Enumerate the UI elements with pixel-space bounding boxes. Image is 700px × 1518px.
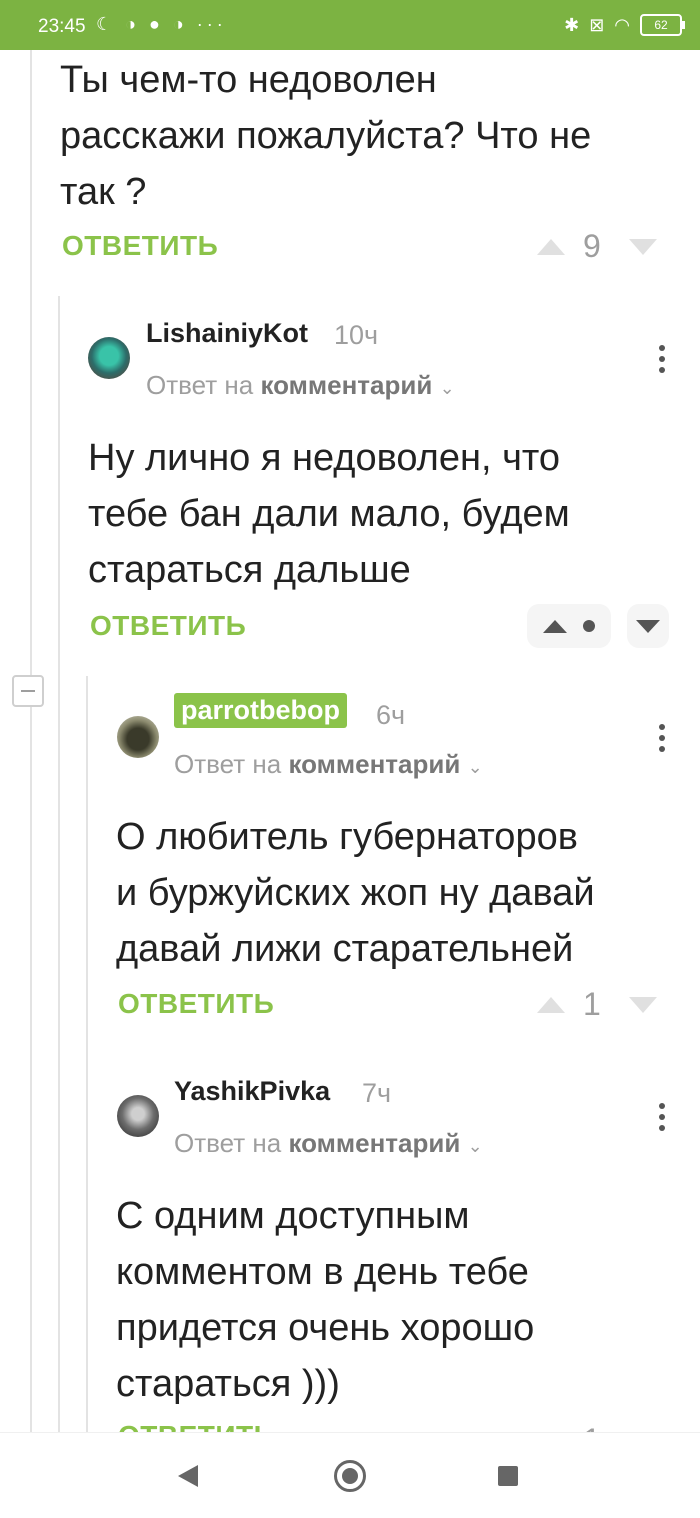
- chevron-down-icon: ⌄: [467, 1136, 483, 1156]
- upvote-button[interactable]: [527, 604, 611, 648]
- reply-button[interactable]: ОТВЕТИТЬ: [62, 230, 218, 262]
- comment-line: Ты чем-то недоволен: [60, 59, 437, 101]
- reply-to-prefix: Ответ на: [174, 749, 282, 779]
- comment-text: Ну лично я недоволен, что тебе бан дали …: [88, 430, 570, 598]
- notification-icons: ☾ ◑ ● ◑ ···: [96, 14, 227, 34]
- upvote-icon[interactable]: [537, 996, 565, 1013]
- battery-icon: 62: [640, 14, 685, 36]
- back-icon[interactable]: [178, 1465, 198, 1487]
- collapse-thread-button[interactable]: [12, 675, 44, 707]
- downvote-button[interactable]: [627, 604, 669, 648]
- recent-apps-icon[interactable]: [498, 1466, 518, 1486]
- downvote-icon[interactable]: [628, 238, 657, 255]
- reply-to-link[interactable]: Ответ на комментарий ⌄: [174, 1128, 483, 1159]
- downvote-icon: [636, 619, 660, 633]
- reply-to-link[interactable]: Ответ на комментарий ⌄: [146, 370, 455, 401]
- comment-line: давай лижи старательней: [116, 928, 574, 970]
- reply-to-prefix: Ответ на: [174, 1128, 282, 1158]
- score-dot-icon: [583, 620, 595, 632]
- more-options-icon[interactable]: [659, 1103, 665, 1136]
- bluetooth-icon: ✱: [564, 14, 580, 35]
- reply-to-prefix: Ответ на: [146, 370, 254, 400]
- comment-text: С одним доступным комментом в день тебе …: [116, 1188, 534, 1412]
- thread-line-root: [30, 50, 32, 1432]
- thread-line-level2: [86, 676, 88, 1432]
- author-name[interactable]: LishainiyKot: [146, 318, 308, 349]
- avatar[interactable]: [88, 337, 130, 379]
- comment-score: 1: [583, 986, 601, 1022]
- author-name[interactable]: parrotbebop: [174, 693, 347, 728]
- comment-line: Ну лично я недоволен, что: [88, 437, 560, 479]
- thread-line-level1: [58, 296, 60, 1432]
- comment-text: О любитель губернаторов и буржуйских жоп…: [116, 809, 595, 977]
- comment-line: придется очень хорошо: [116, 1307, 535, 1349]
- comment-line: и буржуйских жоп ну давай: [116, 872, 595, 914]
- home-icon[interactable]: [334, 1460, 366, 1492]
- sim-icon: ⊠: [589, 14, 605, 35]
- comment-line: стараться ))): [116, 1363, 340, 1405]
- comment-line: С одним доступным: [116, 1195, 470, 1237]
- reply-to-link[interactable]: Ответ на комментарий ⌄: [174, 749, 483, 780]
- comment-line: О любитель губернаторов: [116, 816, 578, 858]
- comment-line: расскажи пожалуйста? Что не: [60, 115, 592, 157]
- comment-line: комментом в день тебе: [116, 1251, 529, 1293]
- comment-time: 6ч: [376, 700, 406, 730]
- reply-to-target: комментарий: [288, 1128, 461, 1158]
- upvote-icon[interactable]: [537, 238, 565, 255]
- vote-controls: 9: [537, 228, 657, 265]
- comment-time: 10ч: [334, 320, 379, 350]
- chevron-down-icon: ⌄: [439, 378, 455, 398]
- author-name[interactable]: YashikPivka: [174, 1076, 330, 1107]
- comment-text: Ты чем-то недоволен расскажи пожалуйста?…: [60, 52, 591, 220]
- status-time: 23:45: [38, 16, 86, 37]
- avatar[interactable]: [117, 1095, 159, 1137]
- comment-time: 7ч: [362, 1078, 392, 1108]
- more-options-icon[interactable]: [659, 345, 665, 378]
- reply-to-target: комментарий: [288, 749, 461, 779]
- vote-controls: 1: [537, 986, 657, 1023]
- wifi-icon: ◠: [614, 14, 630, 35]
- reply-button[interactable]: ОТВЕТИТЬ: [118, 988, 274, 1020]
- upvote-icon: [543, 619, 567, 633]
- status-bar: 23:45 ☾ ◑ ● ◑ ··· ✱ ⊠ ◠ 62: [0, 0, 700, 50]
- comment-line: тебе бан дали мало, будем: [88, 493, 570, 535]
- more-options-icon[interactable]: [659, 724, 665, 757]
- comment-score: 9: [583, 228, 601, 264]
- comment-line: так ?: [60, 171, 147, 213]
- comment-line: стараться дальше: [88, 549, 411, 591]
- downvote-icon[interactable]: [628, 996, 657, 1013]
- avatar[interactable]: [117, 716, 159, 758]
- chevron-down-icon: ⌄: [467, 757, 483, 777]
- status-right: ✱ ⊠ ◠ 62: [564, 14, 685, 36]
- reply-to-target: комментарий: [260, 370, 433, 400]
- system-navigation-bar: [0, 1432, 700, 1518]
- reply-button[interactable]: ОТВЕТИТЬ: [90, 610, 246, 642]
